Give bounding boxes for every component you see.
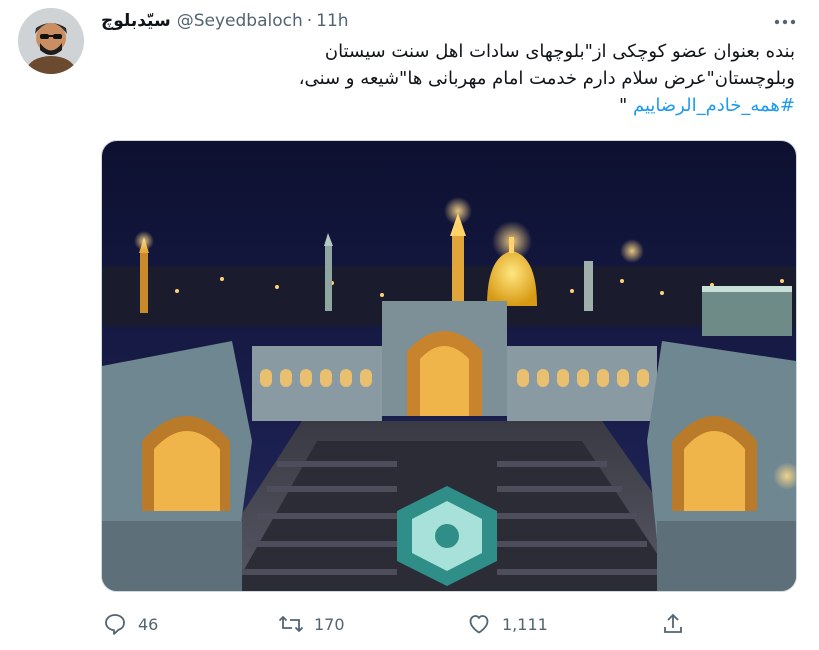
closing-quote: ": [618, 95, 628, 116]
tweet-text-line: وبلوچستان"عرض سلام دارم خدمت امام مهربان…: [298, 68, 795, 89]
like-count: 1,111: [502, 614, 548, 634]
shrine-photo: [102, 141, 796, 591]
share-button[interactable]: [660, 606, 686, 642]
display-name[interactable]: سیّدبلوچ: [101, 11, 171, 31]
avatar[interactable]: [18, 8, 84, 74]
separator-dot: ·: [306, 11, 313, 31]
tweet-header: سیّدبلوچ @Seyedbaloch · 11h: [101, 9, 349, 33]
tweet-text-line-3: #همه_خادم_الرضاییم ": [101, 92, 795, 119]
tweet-text-line: بنده بعنوان عضو کوچکی از"بلوچهای سادات ا…: [324, 41, 795, 62]
like-button[interactable]: 1,111: [466, 606, 548, 642]
user-handle[interactable]: @Seyedbaloch: [177, 11, 303, 31]
reply-icon: [102, 611, 128, 637]
more-icon[interactable]: [770, 12, 800, 32]
tweet-text: بنده بعنوان عضو کوچکی از"بلوچهای سادات ا…: [101, 38, 795, 119]
reply-button[interactable]: 46: [102, 606, 158, 642]
reply-count: 46: [138, 614, 159, 634]
timestamp[interactable]: 11h: [316, 11, 348, 31]
avatar-image: [18, 8, 84, 74]
tweet-actions: 46 170 1,111: [100, 606, 800, 642]
share-icon: [660, 611, 686, 637]
hashtag-link[interactable]: #همه_خادم_الرضاییم: [633, 95, 795, 116]
retweet-count: 170: [314, 614, 345, 634]
heart-icon: [466, 611, 492, 637]
retweet-button[interactable]: 170: [278, 606, 345, 642]
tweet-image[interactable]: [101, 140, 797, 592]
retweet-icon: [278, 611, 304, 637]
